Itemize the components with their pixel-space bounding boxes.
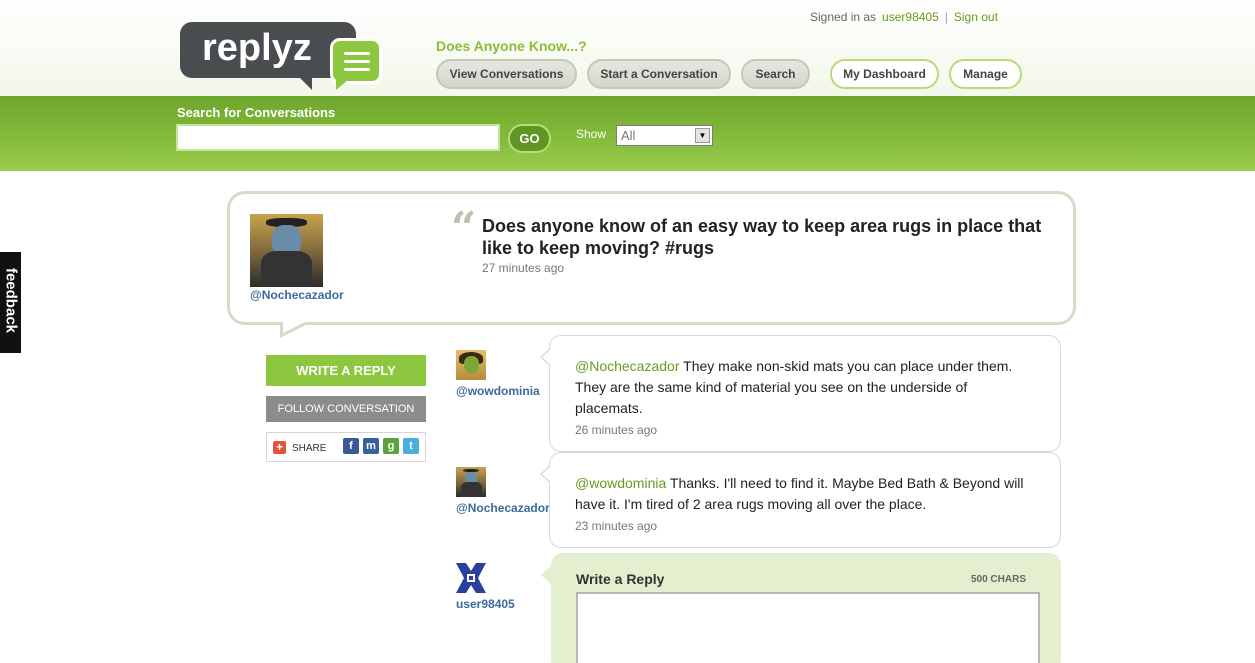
tagline: Does Anyone Know...? <box>436 38 587 54</box>
question-time: 27 minutes ago <box>482 261 565 275</box>
reply-author-link[interactable]: @wowdominia <box>456 384 540 398</box>
follow-conversation-button[interactable]: FOLLOW CONVERSATION <box>266 396 426 422</box>
search-nav-button[interactable]: Search <box>741 59 810 89</box>
char-counter: 500 CHARS <box>970 574 1026 585</box>
share-label[interactable]: SHARE <box>292 443 326 454</box>
google-icon[interactable]: g <box>383 438 399 454</box>
reply-textarea[interactable] <box>576 592 1040 663</box>
question-author-link[interactable]: @Nochecazador <box>250 288 344 302</box>
reply-time: 26 minutes ago <box>575 423 658 437</box>
logo-tail <box>298 76 312 90</box>
start-conversation-button[interactable]: Start a Conversation <box>587 59 731 89</box>
write-reply-title: Write a Reply <box>576 571 665 587</box>
show-label: Show <box>576 127 607 141</box>
feedback-label: feedback <box>2 267 20 334</box>
header-separator: | <box>944 10 948 24</box>
search-input[interactable] <box>176 124 500 151</box>
show-selected-value: All <box>621 128 636 143</box>
manage-button[interactable]: Manage <box>949 59 1022 89</box>
reply-author-link[interactable]: @Nochecazador <box>456 501 550 515</box>
chevron-down-icon[interactable]: ▼ <box>695 128 710 143</box>
search-band-title: Search for Conversations <box>177 105 336 120</box>
write-reply-button[interactable]: WRITE A REPLY <box>266 355 426 386</box>
view-conversations-button[interactable]: View Conversations <box>436 59 577 89</box>
twitter-icon[interactable]: t <box>403 438 419 454</box>
site-header: replyz Signed in as user98405 | Sign out Do… <box>0 0 1255 96</box>
sign-out-link[interactable]: Sign out <box>954 10 998 24</box>
reply-time: 23 minutes ago <box>575 519 658 533</box>
go-button[interactable]: GO <box>508 124 551 153</box>
write-panel-tail <box>541 566 551 584</box>
my-dashboard-button[interactable]: My Dashboard <box>830 59 939 89</box>
share-widget: + SHARE f m g t <box>266 432 426 462</box>
question-text: Does anyone know of an easy way to keep … <box>482 216 1042 258</box>
reply-mention-link[interactable]: @Nochecazador <box>575 358 680 374</box>
logo-text: replyz <box>202 27 312 69</box>
show-select[interactable]: All ▼ <box>616 125 713 146</box>
current-user-link[interactable]: user98405 <box>882 10 939 24</box>
share-plus-icon[interactable]: + <box>273 441 286 454</box>
question-card-tail-inner <box>283 321 307 333</box>
current-user-avatar[interactable] <box>456 563 486 593</box>
signed-in-label: Signed in as <box>810 10 877 24</box>
search-band: Search for Conversations GO Show All ▼ <box>0 96 1255 171</box>
replyz-logo[interactable]: replyz <box>180 20 385 92</box>
reply-text: @wowdominia Thanks. I'll need to find it… <box>575 473 1035 515</box>
current-user-link[interactable]: user98405 <box>456 597 515 611</box>
reply-author-avatar[interactable] <box>456 467 486 497</box>
reply-mention-link[interactable]: @wowdominia <box>575 475 666 491</box>
menu-lines-icon <box>344 52 370 76</box>
reply-bubble: @Nochecazador They make non-skid mats yo… <box>540 335 1061 452</box>
signed-in-status: Signed in as user98405 | Sign out <box>810 10 998 24</box>
feedback-tab[interactable]: feedback <box>0 252 21 353</box>
reply-author-avatar[interactable] <box>456 350 486 380</box>
quote-icon: “ <box>451 203 477 254</box>
write-reply-panel: Write a Reply 500 CHARS <box>551 553 1061 663</box>
myspace-icon[interactable]: m <box>363 438 379 454</box>
logo-bubble-tail <box>336 80 348 90</box>
question-author-avatar[interactable] <box>250 214 323 287</box>
reply-text: @Nochecazador They make non-skid mats yo… <box>575 356 1035 419</box>
reply-bubble: @wowdominia Thanks. I'll need to find it… <box>540 452 1061 548</box>
facebook-icon[interactable]: f <box>343 438 359 454</box>
